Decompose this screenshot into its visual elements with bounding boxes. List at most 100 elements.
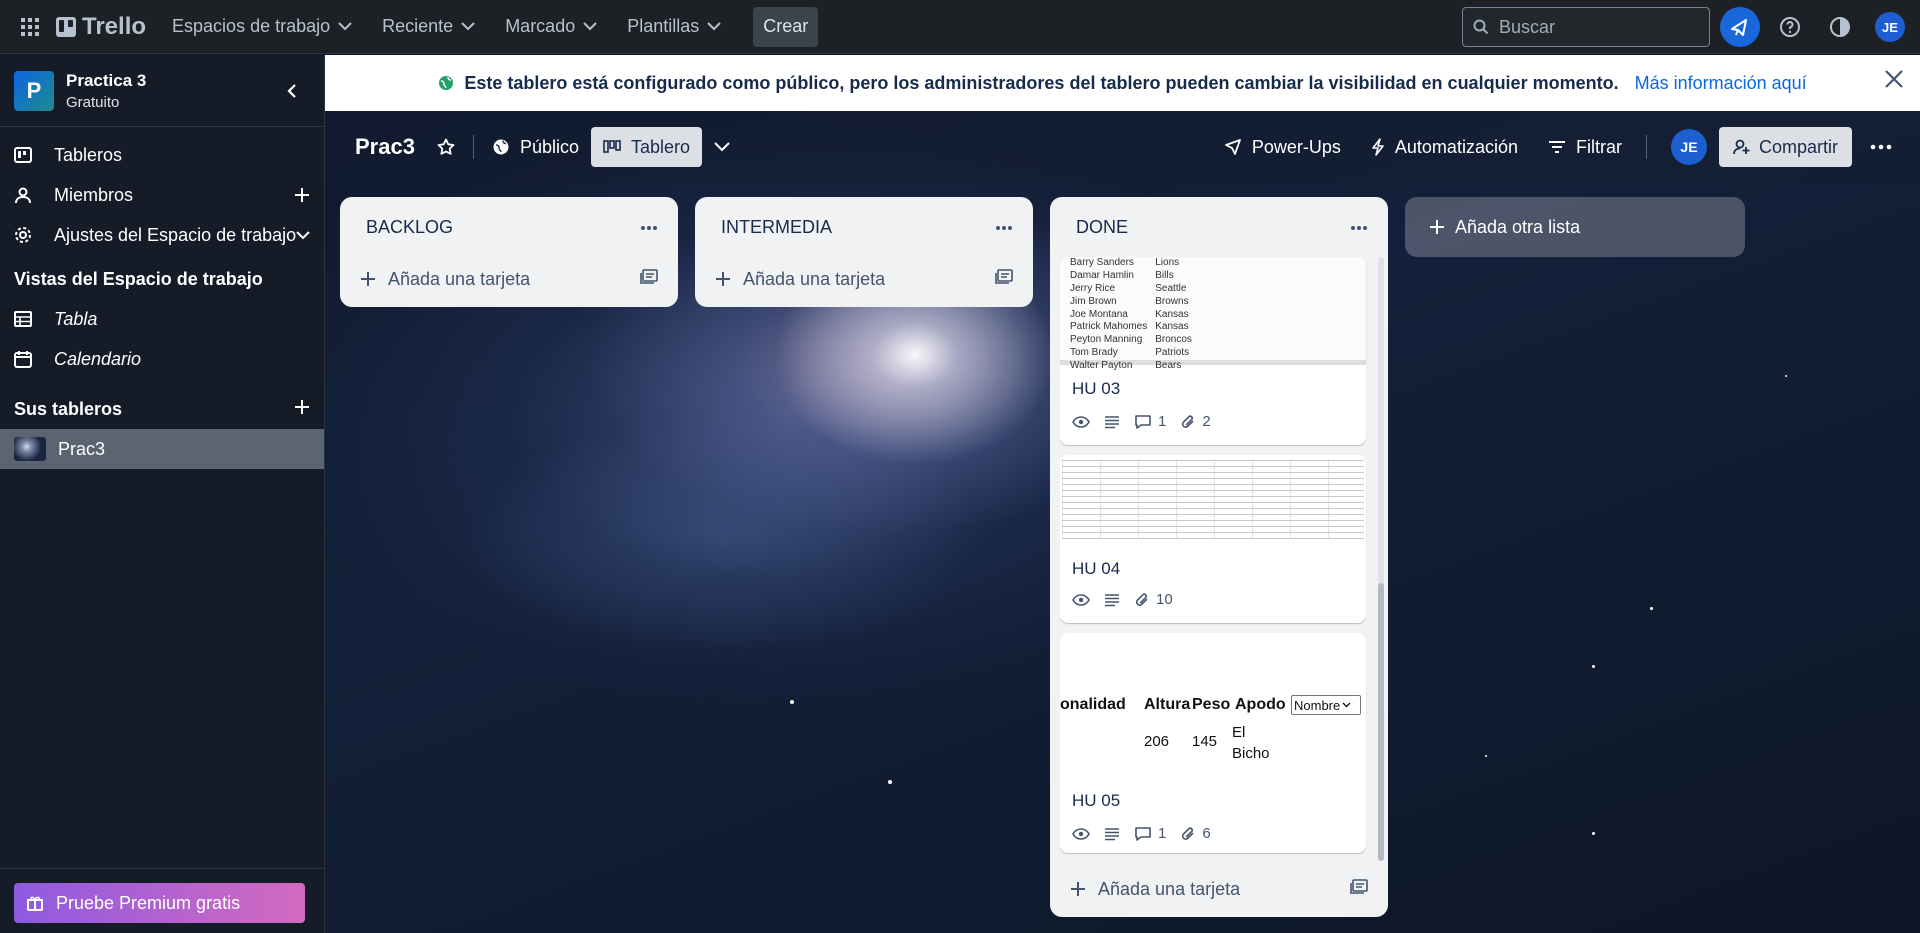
banner-close-button[interactable] [1884,69,1904,94]
card-badges: 1 2 [1060,413,1366,430]
card-badges: 1 6 [1060,825,1366,842]
cover-value-text: 206 [1144,733,1170,750]
sidebar-board-prac3[interactable]: Prac3 [0,429,324,469]
comments-badge: 1 [1134,825,1166,842]
trello-logo[interactable]: Trello [56,13,146,41]
list-menu-button[interactable] [995,215,1013,236]
list-intermedia: INTERMEDIA Añada una tarjeta [695,197,1033,307]
list-scrollbar[interactable] [1378,257,1384,861]
your-boards-label: Sus tableros [14,398,123,419]
eye-icon [1072,415,1090,428]
visibility-button[interactable]: Público [480,127,591,167]
gear-icon [14,226,40,244]
star-board-button[interactable] [425,127,467,167]
add-card-button[interactable]: Añada una tarjeta [340,257,678,301]
nav-recent[interactable]: Reciente [370,7,487,47]
create-board-button[interactable] [294,399,310,420]
switch-view-button[interactable] [702,127,742,167]
collapse-sidebar-button[interactable] [274,73,310,109]
sidebar-item-workspace-settings[interactable]: Ajustes del Espacio de trabajo [0,215,324,255]
board-member-avatar[interactable]: JE [1670,129,1707,165]
app-switcher-button[interactable] [10,7,50,47]
chevron-down-icon [714,142,730,152]
sidebar-item-members[interactable]: Miembros [0,175,324,215]
cover-cell: Broncos [1155,334,1192,346]
description-icon [1105,827,1119,840]
search-input[interactable]: Buscar [1462,7,1710,47]
sidebar-item-table-view[interactable]: Tabla [0,299,324,339]
create-button[interactable]: Crear [753,6,819,47]
cover-header: onalidad [1060,696,1126,713]
expand-settings-button[interactable] [296,230,310,240]
list-menu-button[interactable] [1350,215,1368,236]
paperclip-icon [1182,414,1194,428]
card-template-button[interactable] [1350,878,1368,900]
nav-recent-label: Reciente [382,16,454,36]
premium-trial-button[interactable]: Pruebe Premium gratis [14,883,305,923]
chevron-down-icon [1342,702,1351,708]
theme-toggle-button[interactable] [1820,7,1860,47]
list-backlog: BACKLOG Añada una tarjeta [340,197,678,307]
list-header[interactable]: DONE [1050,197,1388,257]
banner-learn-more-link[interactable]: Más información aquí [1635,73,1807,94]
automation-button[interactable]: Automatización [1359,127,1530,167]
paperclip-icon [1135,592,1148,606]
more-icon [1351,226,1367,230]
board-title[interactable]: Prac3 [345,134,425,160]
gift-icon [27,896,43,911]
power-ups-button[interactable]: Power-Ups [1212,127,1353,167]
board-menu-button[interactable] [1858,127,1904,167]
cover-cell: Kansas [1155,321,1189,333]
card-template-button[interactable] [995,268,1013,290]
grid-icon [21,17,39,36]
add-list-button[interactable]: Añada otra lista [1405,197,1745,257]
background-star [1785,375,1787,377]
sidebar-divider [0,868,324,869]
cover-cell: Lions [1155,257,1180,269]
sidebar-item-boards[interactable]: Tableros [0,135,324,175]
sidebar: P Practica 3 Gratuito Tableros Miembros … [0,55,325,933]
background-star [1592,832,1595,835]
nav-templates[interactable]: Plantillas [615,7,733,47]
add-member-button[interactable] [294,187,310,203]
add-card-button[interactable]: Añada una tarjeta [695,257,1033,301]
chevron-down-icon [583,22,597,31]
filter-button[interactable]: Filtrar [1536,127,1634,167]
sidebar-item-label: Calendario [54,348,142,369]
list-header[interactable]: BACKLOG [340,197,678,257]
help-button[interactable] [1770,7,1810,47]
list-title: DONE [1076,216,1129,237]
account-button[interactable]: JE [1870,7,1910,47]
card-hu-05[interactable]: onalidad Altura Peso Apodo Nombre 206 14… [1060,633,1366,853]
cover-cell: Barry Sanders [1070,257,1134,269]
workspace-views-heading: Vistas del Espacio de trabajo [14,268,263,289]
card-template-button[interactable] [640,268,658,290]
sidebar-item-calendar-view[interactable]: Calendario [0,339,324,379]
workspace-name[interactable]: Practica 3 [66,71,274,91]
card-cover-image: onalidad Altura Peso Apodo Nombre 206 14… [1060,633,1366,773]
add-card-label: Añada una tarjeta [1098,878,1241,899]
cover-cell: Jerry Rice [1070,282,1116,294]
add-card-label: Añada una tarjeta [388,268,531,289]
card-hu-04[interactable]: HU 04 10 [1060,455,1366,623]
list-header[interactable]: INTERMEDIA [695,197,1033,257]
nav-workspaces[interactable]: Espacios de trabajo [160,7,364,47]
board-header-actions: Power-Ups Automatización Filtrar JE Comp… [1212,127,1904,167]
scrollbar-thumb[interactable] [1378,583,1384,861]
cover-cell: Jim Brown [1070,295,1117,307]
board-icon [14,147,40,163]
nav-templates-label: Plantillas [627,16,700,36]
card-hu-03[interactable]: Barry Sanders Lions Damar Hamlin Bills Jer… [1060,257,1366,445]
nav-starred[interactable]: Marcado [493,7,609,47]
add-card-button[interactable]: Añada una tarjeta [1050,867,1388,911]
board-view-button[interactable]: Tablero [591,127,703,167]
board-canvas: Este tablero está configurado como públi… [325,55,1920,933]
cover-value: El Bicho [1232,722,1270,764]
background-star [888,780,892,784]
list-menu-button[interactable] [640,215,658,236]
notifications-button[interactable] [1720,7,1760,47]
share-button[interactable]: Compartir [1718,127,1852,167]
card-list: Barry Sanders Lions Damar Hamlin Bills Jer… [1060,257,1378,861]
power-ups-label: Power-Ups [1251,136,1341,157]
attachments-badge: 2 [1180,413,1211,430]
